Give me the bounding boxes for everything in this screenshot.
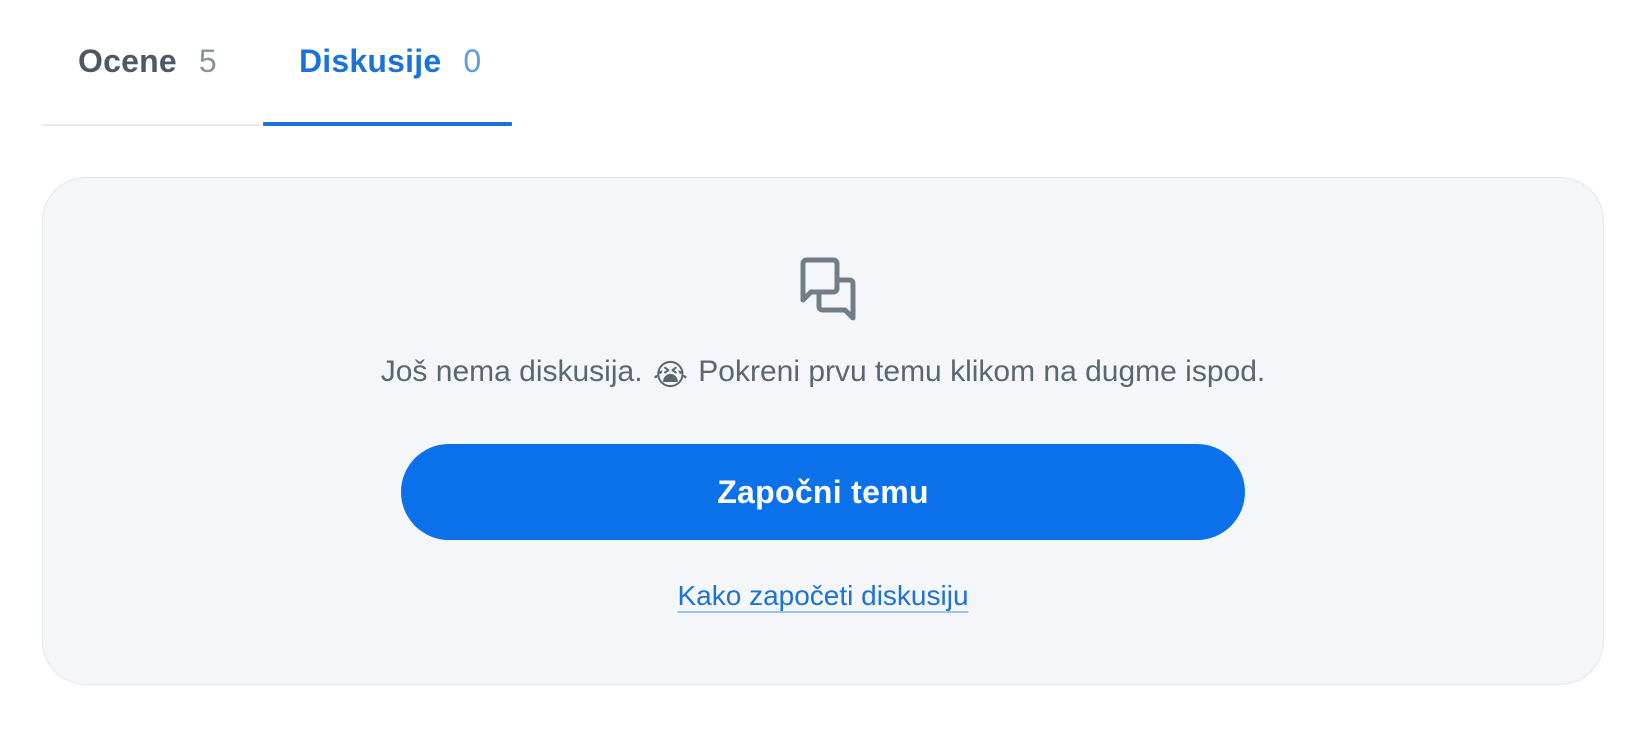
tab-ratings-count: 5 bbox=[198, 42, 217, 79]
chat-bubbles-icon bbox=[800, 257, 856, 321]
tab-discussions-count: 0 bbox=[463, 42, 482, 79]
tab-ratings-label: Ocene bbox=[78, 42, 177, 79]
tab-discussions[interactable]: Diskusije 0 bbox=[263, 0, 512, 126]
crying-face-emoji: 😭 bbox=[652, 359, 688, 392]
empty-state-message: Još nema diskusija. 😭 Pokreni prvu temu … bbox=[43, 348, 1603, 396]
empty-state-message-end: Pokreni prvu temu klikom na dugme ispod. bbox=[698, 355, 1266, 388]
how-to-start-discussion-link[interactable]: Kako započeti diskusiju bbox=[677, 580, 968, 611]
empty-state-message-start: Još nema diskusija. bbox=[380, 355, 643, 388]
tab-ratings[interactable]: Ocene 5 bbox=[42, 0, 262, 126]
active-tab-indicator bbox=[263, 122, 512, 126]
tab-bar: Ocene 5 Diskusije 0 bbox=[42, 0, 1604, 126]
start-topic-button[interactable]: Započni temu bbox=[401, 444, 1245, 540]
tab-discussions-label: Diskusije bbox=[299, 42, 442, 79]
empty-discussions-card: Još nema diskusija. 😭 Pokreni prvu temu … bbox=[42, 177, 1604, 685]
help-link-container: Kako započeti diskusiju bbox=[43, 576, 1603, 616]
